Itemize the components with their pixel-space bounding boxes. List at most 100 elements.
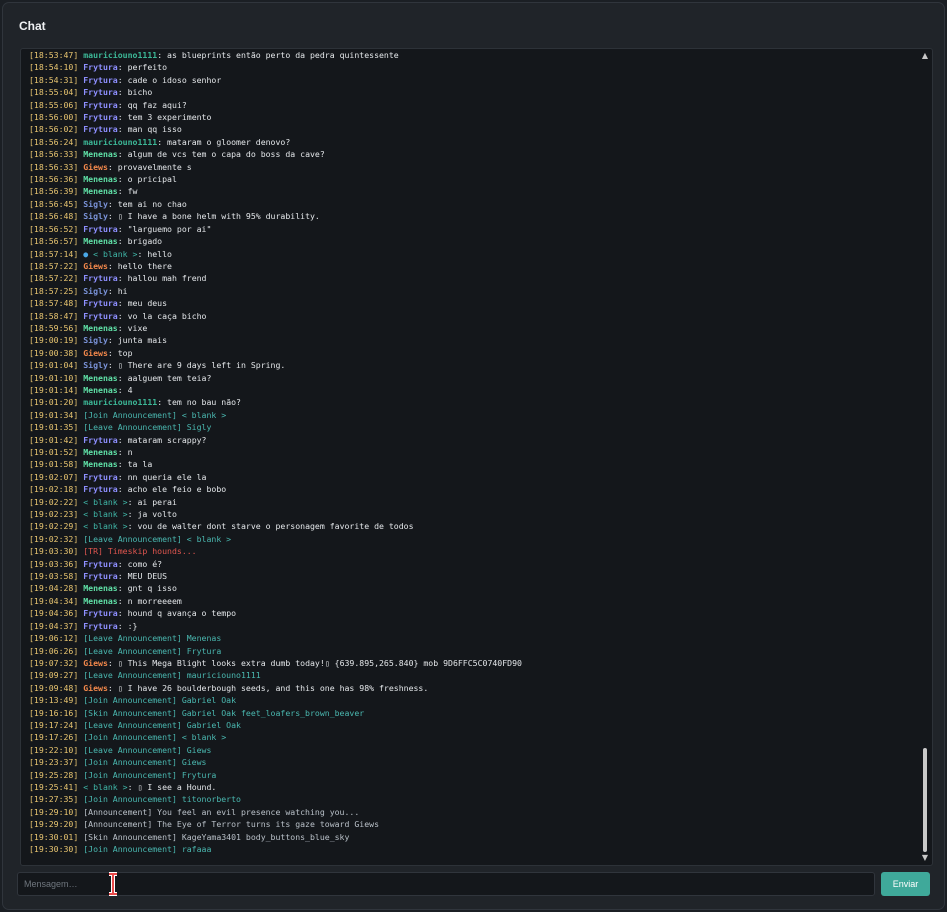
message-text: hello [147,248,172,259]
message-username[interactable]: Frytura [83,298,118,308]
message-username[interactable]: Menenas [83,236,118,246]
message-username[interactable]: Frytura [83,559,118,569]
message-username[interactable]: Menenas [83,186,118,196]
message-username[interactable]: < blank > [83,782,127,792]
message-username[interactable]: Giews [83,261,108,271]
chat-message: [18:56:24] mauriciouno1111: mataram o gl… [29,136,291,147]
chat-message: [19:27:35] [Join Announcement] titonorbe… [29,793,912,805]
message-username[interactable]: Sigly [83,360,108,370]
message-username[interactable]: Frytura [83,75,118,85]
message-username[interactable]: < blank > [83,509,127,519]
scroll-up-arrow-icon[interactable]: ▲ [921,52,929,60]
message-username[interactable]: Giews [83,683,108,693]
message-username[interactable]: < blank > [83,497,127,507]
message-text: n [127,447,133,457]
message-timestamp: [19:01:58] [29,459,79,470]
message-username[interactable]: Menenas [83,373,118,383]
message-username[interactable]: Frytura [83,435,118,445]
message-username[interactable]: Sigly [83,211,108,221]
message-timestamp: [19:25:28] [29,769,79,780]
message-text: tem ai no chao [117,198,187,209]
message-username[interactable]: Frytura [83,224,118,234]
message-username[interactable]: Frytura [83,472,118,482]
message-username[interactable]: Frytura [83,62,118,72]
message-timestamp: [19:01:10] [29,372,79,383]
message-username[interactable]: Menenas [83,583,118,593]
message-username[interactable]: Frytura [83,571,118,581]
message-timestamp: [18:55:06] [29,99,79,110]
message-username[interactable]: Giews [83,658,108,668]
chat-message: [18:54:31] Frytura: cade o idoso senhor [29,74,222,85]
chat-message: [18:57:22] Giews: hello there [29,260,172,271]
send-button[interactable]: Enviar [881,872,930,896]
message-text: nn queria ele la [127,471,207,482]
chat-message: [19:13:49] [Join Announcement] Gabriel O… [29,694,912,706]
message-username[interactable]: Frytura [83,484,118,494]
announcement-text: [Join Announcement] < blank > [83,732,227,743]
chat-message: [19:29:10] [Announcement] You feel an ev… [29,806,912,818]
message-username[interactable]: Menenas [83,174,118,184]
message-text: n morreeeem [127,595,182,606]
message-username[interactable]: Menenas [83,323,118,333]
message-username[interactable]: mauriciouno1111 [83,137,157,147]
message-timestamp: [19:17:24] [29,719,79,730]
message-username[interactable]: mauriciouno1111 [83,397,157,407]
message-text: hello there [117,260,172,271]
message-username[interactable]: mauriciouno1111 [83,50,157,60]
message-timestamp: [19:16:16] [29,707,79,718]
message-username[interactable]: Menenas [83,459,118,469]
announcement-text: [Join Announcement] titonorberto [83,794,241,805]
announcement-text: [Announcement] You feel an evil presence… [83,806,360,817]
chat-message: [19:01:42] Frytura: mataram scrappy? [29,434,207,445]
message-timestamp: [19:01:52] [29,447,79,457]
message-username[interactable]: Menenas [83,596,118,606]
message-username[interactable]: Frytura [83,87,118,97]
message-username[interactable]: Sigly [83,335,108,345]
message-username[interactable]: Frytura [83,608,118,618]
message-username[interactable]: Giews [83,348,108,358]
scrollbar-thumb[interactable] [923,748,927,852]
message-username[interactable]: Frytura [83,273,118,283]
message-username[interactable]: Menenas [83,385,118,395]
message-username[interactable]: Menenas [83,447,118,457]
chat-message: [19:02:22] < blank >: ai perai [29,496,177,507]
message-timestamp: [19:02:23] [29,509,79,520]
chat-message: [18:56:33] Menenas: algum de vcs tem o c… [29,149,325,160]
message-input[interactable] [17,872,875,896]
message-timestamp: [18:57:48] [29,298,79,309]
message-username[interactable]: Frytura [83,621,118,631]
message-username[interactable]: Menenas [83,149,118,159]
message-username[interactable]: Sigly [83,199,108,209]
message-timestamp: [19:04:36] [29,608,79,619]
message-text: tem no bau não? [167,397,241,408]
chat-log[interactable]: [18:53:47] mauriciouno1111: as blueprint… [20,48,933,866]
message-username[interactable]: Frytura [83,100,118,110]
message-text: fw [127,186,138,197]
message-username[interactable]: Frytura [83,311,118,321]
chat-message: [19:01:04] Sigly: ▯ There are 9 days lef… [29,360,286,371]
message-text: ▯ I see a Hound. [137,781,217,792]
chat-message: [19:25:28] [Join Announcement] Frytura [29,769,912,781]
message-username[interactable]: Giews [83,162,108,172]
message-text: vixe [127,322,148,333]
chat-message: [18:57:22] Frytura: hallou mah frend [29,273,207,284]
chat-message: [19:01:20] mauriciouno1111: tem no bau n… [29,397,241,408]
scroll-down-arrow-icon[interactable]: ▼ [921,854,929,862]
scrollbar[interactable]: ▲ ▼ [919,50,931,864]
chat-message: [18:57:14] ● < blank >: hello [29,248,172,259]
message-timestamp: [18:56:33] [29,149,79,160]
message-timestamp: [18:56:48] [29,211,79,222]
message-username[interactable]: Sigly [83,286,108,296]
message-timestamp: [18:56:02] [29,124,79,135]
message-username[interactable]: Frytura [83,112,118,122]
chat-message: [19:02:23] < blank >: ja volto [29,509,177,520]
message-username[interactable]: Frytura [83,124,118,134]
message-username[interactable]: < blank > [93,249,137,259]
message-username[interactable]: < blank > [83,521,127,531]
chat-message: [19:00:19] Sigly: junta mais [29,335,168,346]
message-text: ja volto [137,509,177,520]
announcement-text: [Leave Announcement] Sigly [83,422,212,433]
message-timestamp: [19:02:22] [29,496,79,507]
chat-message: [18:53:47] mauriciouno1111: as blueprint… [29,50,399,60]
chat-message: [18:57:48] Frytura: meu deus [29,298,168,309]
